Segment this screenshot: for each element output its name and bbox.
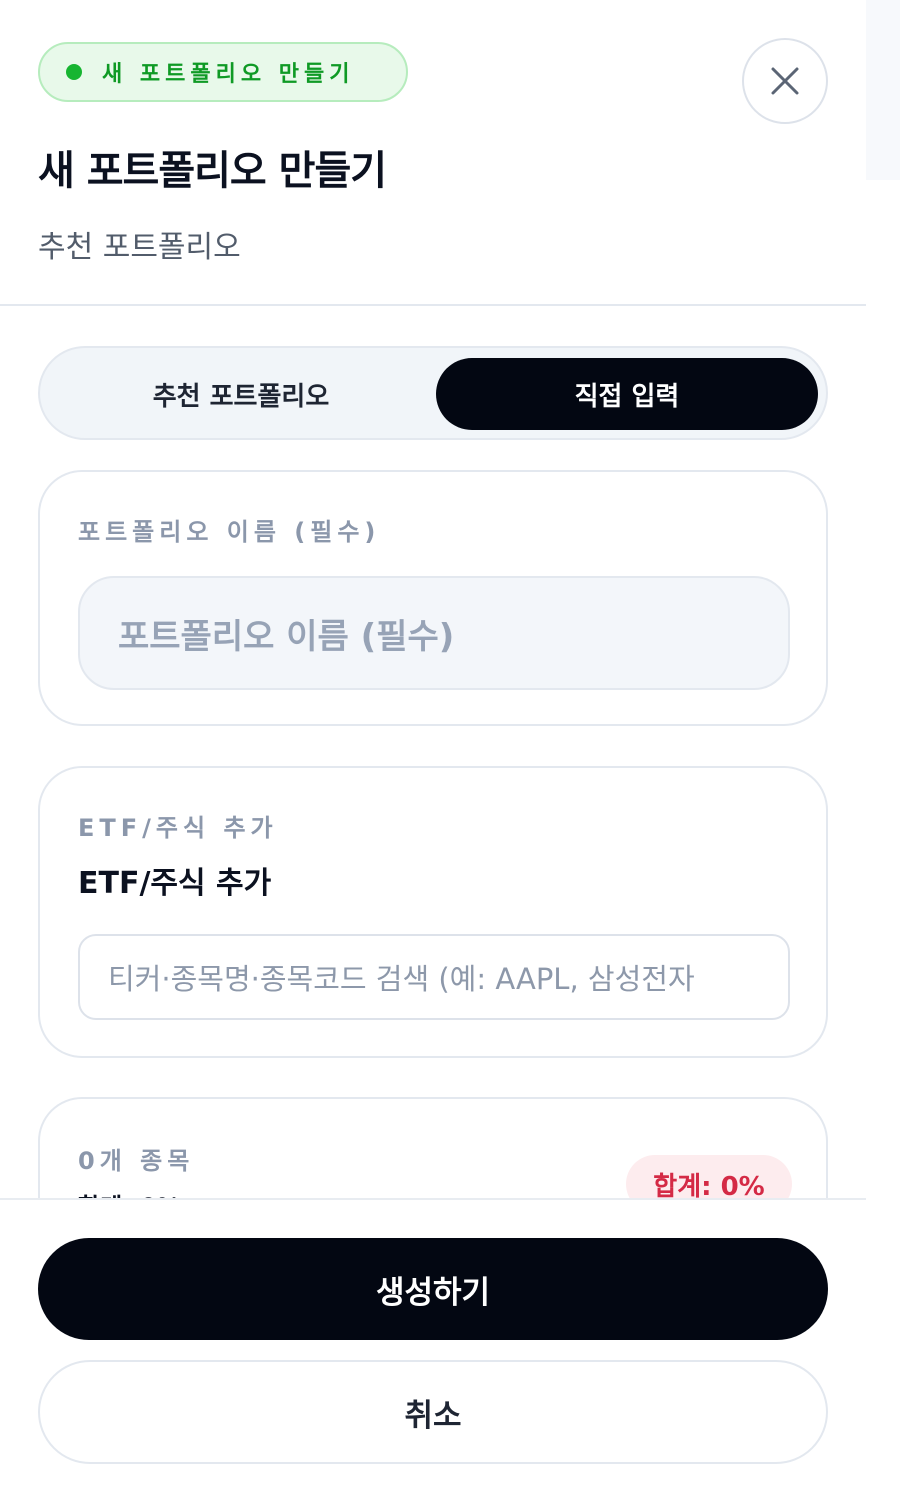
- close-button[interactable]: [742, 38, 828, 124]
- tab-recommended[interactable]: 추천 포트폴리오: [50, 358, 432, 430]
- page-subtitle: 추천 포트폴리오: [38, 230, 241, 265]
- mode-segmented-control: 추천 포트폴리오 직접 입력: [38, 346, 828, 440]
- add-security-label: ETF/주식 추가: [78, 814, 278, 842]
- footer-actions: 생성하기 취소: [0, 1198, 866, 1500]
- portfolio-name-label: 포트폴리오 이름 (필수): [78, 518, 381, 546]
- status-dot-icon: [66, 64, 82, 80]
- background-strip: [866, 0, 900, 180]
- close-icon: [771, 67, 799, 95]
- status-badge: 새 포트폴리오 만들기: [38, 42, 408, 102]
- portfolio-name-card: 포트폴리오 이름 (필수) 포트폴리오 이름 (필수): [38, 470, 828, 726]
- tab-manual-input[interactable]: 직접 입력: [436, 358, 818, 430]
- security-search-input[interactable]: 티커·종목명·종목코드 검색 (예: AAPL, 삼성전자: [78, 934, 790, 1020]
- add-security-card: ETF/주식 추가 ETF/주식 추가 티커·종목명·종목코드 검색 (예: A…: [38, 766, 828, 1058]
- portfolio-name-input[interactable]: 포트폴리오 이름 (필수): [78, 576, 790, 690]
- cancel-button[interactable]: 취소: [38, 1360, 828, 1464]
- add-security-heading: ETF/주식 추가: [78, 866, 272, 901]
- page-title: 새 포트폴리오 만들기: [38, 148, 387, 194]
- create-button[interactable]: 생성하기: [38, 1238, 828, 1340]
- holdings-count-label: 0개 종목: [78, 1147, 195, 1175]
- badge-label: 새 포트폴리오 만들기: [102, 62, 355, 87]
- header-divider: [0, 304, 866, 306]
